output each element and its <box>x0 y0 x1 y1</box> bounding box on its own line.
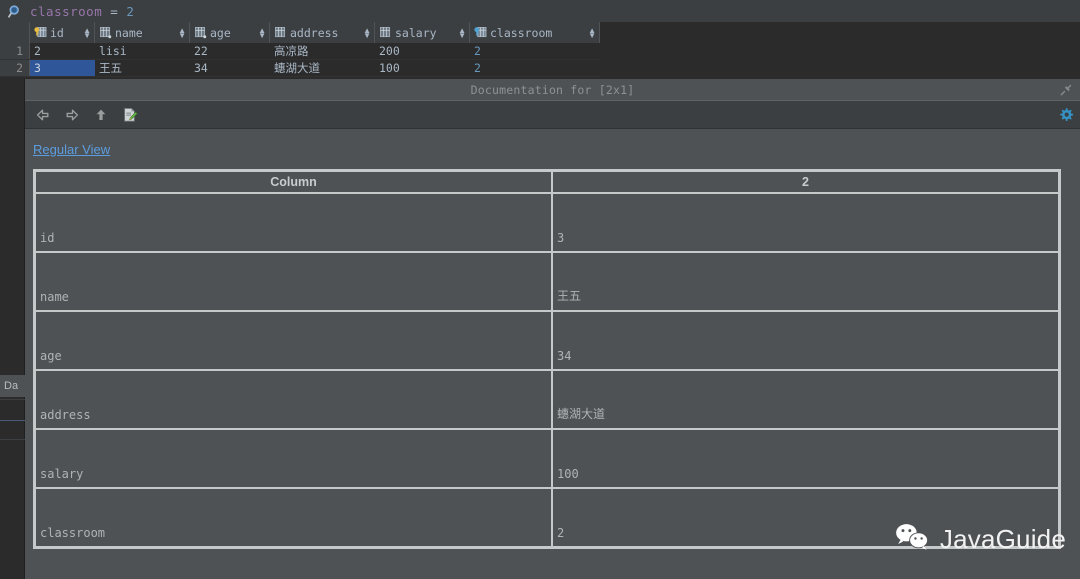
grid-column-header-classroom[interactable]: classroom ▲ ▼ <box>470 22 600 43</box>
column-icon <box>194 26 207 39</box>
sort-indicator-icon[interactable]: ▲ ▼ <box>178 26 186 39</box>
documentation-body: Regular View Column 2 id 3 name 王五 age 3… <box>25 129 1080 578</box>
arrow-left-icon[interactable] <box>33 105 53 125</box>
doc-cell-column-name: classroom <box>35 488 552 547</box>
arrow-up-icon[interactable] <box>91 105 111 125</box>
table-row[interactable]: classroom 2 <box>35 488 1059 547</box>
doc-table-header-column: Column <box>35 171 552 193</box>
grid-header-row: id ▲ ▼ name ▲ ▼ age ▲ ▼ address ▲ ▼ sala… <box>0 22 600 43</box>
sort-indicator-icon[interactable]: ▲ ▼ <box>83 26 91 39</box>
edit-document-icon[interactable] <box>120 105 140 125</box>
doc-cell-column-value: 3 <box>552 193 1059 252</box>
search-icon[interactable] <box>4 1 26 21</box>
strip-divider <box>0 439 25 440</box>
page-title: Documentation for [2x1] <box>470 82 635 97</box>
sort-indicator-icon[interactable]: ▲ ▼ <box>363 26 371 39</box>
doc-cell-column-value: 王五 <box>552 252 1059 311</box>
grid-column-label: address <box>290 25 339 40</box>
sort-indicator-icon[interactable]: ▲ ▼ <box>458 26 466 39</box>
result-grid[interactable]: id ▲ ▼ name ▲ ▼ age ▲ ▼ address ▲ ▼ sala… <box>0 22 1080 79</box>
grid-cell-id[interactable]: 2 <box>30 43 95 59</box>
table-row[interactable]: age 34 <box>35 311 1059 370</box>
pin-icon[interactable] <box>1058 82 1074 98</box>
documentation-panel: Documentation for [2x1] Regular View Col… <box>25 79 1080 579</box>
filter-column: classroom <box>30 3 103 19</box>
grid-column-label: classroom <box>490 25 553 40</box>
strip-divider <box>0 420 25 421</box>
grid-column-label: name <box>115 25 143 40</box>
sidebar-tab-label: Da <box>4 380 19 392</box>
table-row[interactable]: address 蟪湖大道 <box>35 370 1059 429</box>
row-number: 1 <box>0 43 30 59</box>
foreign-key-icon <box>474 26 487 39</box>
grid-cell-name[interactable]: lisi <box>95 43 190 59</box>
primary-key-icon <box>34 26 47 39</box>
table-row[interactable]: salary 100 <box>35 429 1059 488</box>
doc-table-header-row: Column 2 <box>35 171 1059 193</box>
grid-column-header-id[interactable]: id ▲ ▼ <box>30 22 95 43</box>
ide-window: classroom = 2 id ▲ ▼ name ▲ ▼ age ▲ ▼ ad… <box>0 0 1080 579</box>
result-grid-content: id ▲ ▼ name ▲ ▼ age ▲ ▼ address ▲ ▼ sala… <box>0 22 600 79</box>
grid-cell-name[interactable]: 王五 <box>95 60 190 76</box>
filter-expression[interactable]: classroom = 2 <box>30 4 134 19</box>
doc-cell-column-name: name <box>35 252 552 311</box>
grid-column-header-salary[interactable]: salary ▲ ▼ <box>375 22 470 43</box>
grid-column-label: id <box>50 25 64 40</box>
table-row[interactable]: 2 3 王五 34 蟪湖大道 100 2 <box>0 60 600 77</box>
gear-icon[interactable] <box>1056 105 1076 125</box>
grid-cell-age[interactable]: 34 <box>190 60 270 76</box>
column-icon <box>99 26 112 39</box>
grid-column-label: salary <box>395 25 437 40</box>
grid-cell-classroom[interactable]: 2 <box>470 43 600 59</box>
sort-indicator-icon[interactable]: ▲ ▼ <box>258 26 266 39</box>
sidebar-tab-database[interactable]: Da <box>0 375 25 397</box>
grid-corner-cell[interactable] <box>0 22 30 43</box>
grid-cell-address[interactable]: 蟪湖大道 <box>270 60 375 76</box>
documentation-table: Column 2 id 3 name 王五 age 34 address 蟪湖大… <box>33 169 1061 549</box>
grid-filter-bar[interactable]: classroom = 2 <box>0 0 1080 22</box>
doc-cell-column-name: salary <box>35 429 552 488</box>
column-icon <box>379 26 392 39</box>
filter-operator: = <box>102 3 127 19</box>
table-row[interactable]: 1 2 lisi 22 高凉路 200 2 <box>0 43 600 60</box>
grid-cell-address[interactable]: 高凉路 <box>270 43 375 59</box>
grid-cell-classroom[interactable]: 2 <box>470 60 600 76</box>
grid-column-header-name[interactable]: name ▲ ▼ <box>95 22 190 43</box>
grid-cell-id[interactable]: 3 <box>30 60 95 76</box>
grid-cell-salary[interactable]: 100 <box>375 60 470 76</box>
grid-column-header-age[interactable]: age ▲ ▼ <box>190 22 270 43</box>
doc-table-header-value: 2 <box>552 171 1059 193</box>
doc-cell-column-value: 2 <box>552 488 1059 547</box>
documentation-title-bar: Documentation for [2x1] <box>25 79 1080 101</box>
doc-cell-column-name: age <box>35 311 552 370</box>
doc-cell-column-name: address <box>35 370 552 429</box>
regular-view-link[interactable]: Regular View <box>33 142 110 157</box>
table-row[interactable]: name 王五 <box>35 252 1059 311</box>
arrow-right-icon[interactable] <box>62 105 82 125</box>
doc-cell-column-value: 100 <box>552 429 1059 488</box>
strip-divider <box>0 399 25 400</box>
filter-value: 2 <box>126 3 135 19</box>
grid-column-header-address[interactable]: address ▲ ▼ <box>270 22 375 43</box>
grid-column-label: age <box>210 25 231 40</box>
left-tool-strip: Da <box>0 79 25 579</box>
documentation-toolbar <box>25 101 1080 129</box>
doc-cell-column-name: id <box>35 193 552 252</box>
row-number: 2 <box>0 60 30 76</box>
column-icon <box>274 26 287 39</box>
grid-cell-salary[interactable]: 200 <box>375 43 470 59</box>
table-row[interactable]: id 3 <box>35 193 1059 252</box>
doc-cell-column-value: 蟪湖大道 <box>552 370 1059 429</box>
panel-bottom-filler <box>25 554 1080 579</box>
grid-cell-age[interactable]: 22 <box>190 43 270 59</box>
doc-cell-column-value: 34 <box>552 311 1059 370</box>
sort-indicator-icon[interactable]: ▲ ▼ <box>588 26 596 39</box>
